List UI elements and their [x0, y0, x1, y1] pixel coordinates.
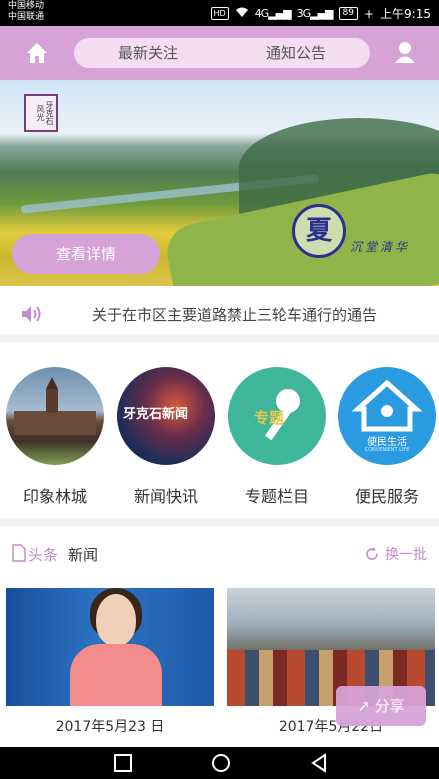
category-label: 便民服务 — [354, 487, 419, 506]
app-header: 最新关注 通知公告 — [0, 26, 439, 80]
hd-badge: HD — [210, 7, 229, 20]
category-image-forest-city — [6, 367, 104, 465]
category-image-news: 牙克石新闻 — [117, 367, 215, 465]
status-bar: 中国移动 中国联通 HD 4G▂▄▆ 3G▂▄▆ 89 + 上午9:15 — [0, 0, 439, 26]
services-image-caption: 便民生活 — [367, 437, 407, 448]
refresh-icon — [366, 547, 378, 560]
carrier-1: 中国移动 — [8, 1, 45, 11]
news-image-caption: 牙克石新闻 — [123, 407, 189, 422]
tab-notices[interactable]: 通知公告 — [222, 38, 370, 68]
battery-icon: 89 — [338, 7, 358, 20]
news-section-header: 头条 新闻 换一批 — [0, 526, 439, 582]
charging-icon: + — [363, 6, 375, 21]
back-button[interactable] — [308, 753, 330, 773]
notice-text[interactable]: 关于在市区主要道路禁止三轮车通行的通告 — [92, 304, 377, 325]
home-nav-button[interactable] — [210, 753, 232, 773]
recent-apps-button[interactable] — [112, 753, 134, 773]
document-icon — [12, 544, 26, 562]
banner-logo: 夏 — [292, 204, 346, 258]
carrier-info: 中国移动 中国联通 — [8, 1, 44, 23]
category-label: 专题栏目 — [244, 487, 309, 506]
banner-logo-subtitle: 沉堂清华 — [350, 240, 411, 254]
news-card[interactable]: 2017年5月23 日 — [6, 588, 214, 736]
refresh-label: 换一批 — [385, 547, 427, 563]
banner-carousel[interactable]: 牙克石风光 查看详情 夏 沉堂清华 — [0, 80, 439, 286]
share-button[interactable]: ↗ 分享 — [336, 686, 426, 726]
system-nav-bar — [0, 747, 439, 779]
notice-bar[interactable]: 关于在市区主要道路禁止三轮车通行的通告 — [0, 286, 439, 342]
banner-seal: 牙克石风光 — [24, 94, 58, 132]
category-news[interactable]: 牙克石新闻 新闻快讯 — [117, 367, 215, 507]
topics-image-caption: 专题 — [254, 409, 285, 427]
status-indicators: HD 4G▂▄▆ 3G▂▄▆ 89 + 上午9:15 — [210, 5, 431, 22]
wifi-icon — [235, 7, 249, 21]
refresh-button[interactable]: 换一批 — [365, 544, 427, 564]
headline-tag: 头条 — [28, 546, 59, 564]
news-anchor-body — [70, 644, 162, 706]
carrier-2: 中国联通 — [8, 12, 45, 22]
news-date: 2017年5月23 日 — [55, 719, 165, 735]
services-image-caption-en: CONVENIENT LIFE — [364, 447, 410, 453]
category-impression[interactable]: 印象林城 — [6, 367, 104, 507]
category-image-topics: 专题 — [228, 367, 326, 465]
clock: 上午9:15 — [380, 7, 431, 21]
category-label: 印象林城 — [22, 487, 87, 506]
header-tabs: 最新关注 通知公告 — [74, 38, 370, 68]
signal-icon-2: 3G▂▄▆ — [296, 7, 334, 20]
tab-latest[interactable]: 最新关注 — [74, 38, 222, 68]
category-topics[interactable]: 专题 专题栏目 — [228, 367, 326, 507]
speaker-icon — [20, 304, 44, 324]
share-icon: ↗ — [357, 697, 370, 715]
category-label: 新闻快讯 — [133, 487, 198, 506]
news-anchor-face — [96, 594, 136, 646]
home-button[interactable] — [24, 40, 50, 66]
home-icon — [27, 43, 47, 63]
share-label: 分享 — [374, 697, 405, 715]
view-details-button[interactable]: 查看详情 — [12, 234, 160, 274]
user-icon — [395, 42, 415, 63]
category-grid: 印象林城 牙克石新闻 新闻快讯 专题 专题栏目 便民生活 CONVENIENT … — [0, 350, 439, 510]
section-divider — [0, 518, 439, 526]
profile-button[interactable] — [393, 40, 417, 64]
news-thumbnail — [6, 588, 214, 706]
category-services[interactable]: 便民生活 CONVENIENT LIFE 便民服务 — [338, 367, 436, 507]
category-image-services: 便民生活 CONVENIENT LIFE — [338, 367, 436, 465]
news-section-title: 新闻 — [68, 546, 99, 564]
signal-icon-1: 4G▂▄▆ — [254, 7, 292, 20]
